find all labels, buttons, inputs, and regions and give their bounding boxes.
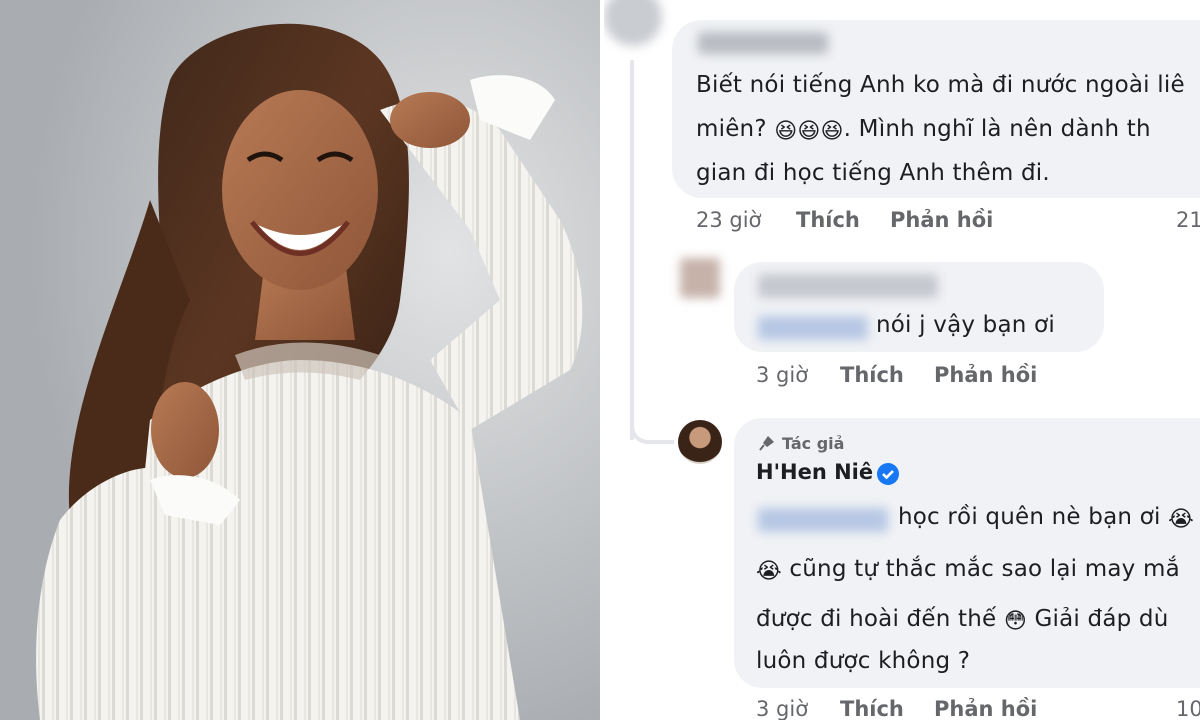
comment-line-1: Biết nói tiếng Anh ko mà đi nước ngoài l… — [696, 72, 1185, 98]
reply-text: nói j vậy bạn ơi — [876, 312, 1055, 338]
flushed-emoji-icon: 😳 — [1003, 609, 1027, 634]
author-badge: Tác giả — [782, 434, 845, 453]
author-reply-reply-button[interactable]: Phản hồi — [934, 697, 1037, 720]
author-reply-line-3: được đi hoài đến thế 😳 Giải đáp dù — [756, 606, 1169, 634]
author-reply-line-2: 😭 cũng tự thắc mắc sao lại may mắ — [756, 556, 1180, 584]
comment-line-2-end: . Mình nghĩ là nên dành th — [843, 116, 1151, 142]
reply-avatar-blurred[interactable] — [680, 258, 720, 298]
author-mention-blurred[interactable] — [758, 508, 888, 532]
laughing-emoji-icon: 😆😆😆 — [774, 119, 844, 144]
comment-line-2-start: miên? — [696, 116, 767, 142]
reply-timestamp[interactable]: 3 giờ — [756, 363, 808, 387]
like-button[interactable]: Thích — [796, 208, 860, 232]
reaction-count[interactable]: 21 — [1176, 208, 1200, 232]
commenter-avatar-blurred[interactable] — [604, 0, 662, 46]
comment-thread: Biết nói tiếng Anh ko mà đi nước ngoài l… — [604, 0, 1200, 720]
author-avatar[interactable] — [678, 420, 722, 464]
author-reply-line-3-end: Giải đáp dù — [1027, 606, 1169, 632]
author-reaction-count[interactable]: 10 — [1176, 697, 1200, 720]
crying-emoji-icon: 😭 — [1168, 507, 1194, 532]
author-reply-timestamp[interactable]: 3 giờ — [756, 697, 808, 720]
comment-line-2: miên? 😆😆😆. Mình nghĩ là nên dành th — [696, 116, 1151, 144]
reply-name-blurred[interactable] — [758, 274, 938, 298]
author-reply-line-4: luôn được không ? — [756, 648, 971, 674]
portrait-illustration — [0, 0, 600, 720]
verified-check-icon — [877, 463, 899, 485]
author-reply-line-2-text: cũng tự thắc mắc sao lại may mắ — [781, 556, 1180, 582]
reply-reply-button[interactable]: Phản hồi — [934, 363, 1037, 387]
author-reply-like-button[interactable]: Thích — [840, 697, 904, 720]
author-name[interactable]: H'Hen Niê — [756, 460, 873, 484]
author-reply-line-3-start: được đi hoài đến thế — [756, 606, 1004, 632]
portrait-photo — [0, 0, 600, 720]
comment-line-3: gian đi học tiếng Anh thêm đi. — [696, 160, 1050, 186]
author-reply-line-1: học rồi quên nè bạn ơi 😭 — [898, 504, 1194, 532]
microphone-icon — [759, 436, 774, 451]
reply-mention-blurred[interactable] — [758, 316, 868, 340]
crying-emoji-icon: 😭 — [756, 559, 782, 584]
thread-line — [630, 60, 634, 440]
thread-curve — [630, 400, 674, 444]
reply-like-button[interactable]: Thích — [840, 363, 904, 387]
comment-timestamp[interactable]: 23 giờ — [696, 208, 761, 232]
reply-button[interactable]: Phản hồi — [890, 208, 993, 232]
author-reply-line-1-text: học rồi quên nè bạn ơi — [898, 504, 1161, 530]
commenter-name-blurred[interactable] — [698, 32, 828, 54]
